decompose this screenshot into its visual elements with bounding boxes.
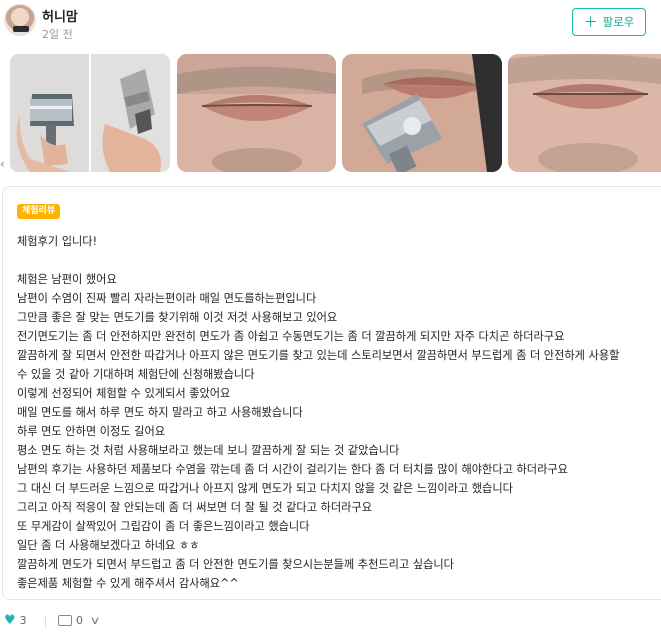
review-line: 남편의 후기는 사용하던 제품보다 수염을 깎는데 좀 더 시간이 걸리기는 한… (17, 463, 568, 476)
review-badge: 체험리뷰 (17, 204, 61, 219)
avatar[interactable] (4, 4, 36, 36)
follow-label: 팔로우 (602, 17, 635, 29)
review-line: 좋은제품 체험할 수 있게 해주셔서 감사해요^^ (17, 577, 239, 590)
review-line: 그리고 아직 적응이 잘 안되는데 좀 더 써보면 더 잘 될 것 같다고 하더… (17, 501, 373, 514)
comment-icon (58, 615, 72, 626)
photo-strip[interactable]: ‹ (0, 54, 661, 172)
review-line: 하루 면도 안하면 이정도 길어요 (17, 425, 166, 438)
review-line: 그만큼 좋은 잘 맞는 면도기를 찾기위해 이것 저것 사용해보고 있어요 (17, 311, 338, 324)
like-count: 3 (19, 614, 27, 627)
follow-button[interactable]: ＋ 팔로우 (572, 8, 646, 36)
review-line: 평소 면도 하는 것 처럼 사용해보라고 했는데 보니 깔끔하게 잘 되는 것 … (17, 444, 400, 457)
shaving-photo[interactable] (342, 54, 502, 172)
lips-photo[interactable] (177, 54, 336, 172)
review-card: 체험리뷰 체험후기 입니다! 체험은 남편이 했어요남편이 수염이 진짜 빨리 자… (2, 186, 661, 600)
review-line: 깔끔하게 면도가 되면서 부드럽고 좀 더 안전한 면도기를 찾으시는분들께 추… (17, 558, 454, 571)
lips-closeup-photo[interactable] (508, 54, 661, 172)
review-line: 그 대신 더 부드러운 느낌으로 따갑거나 아프지 않게 면도가 되고 다치지 … (17, 482, 513, 495)
author-name[interactable]: 허니맘 (42, 6, 78, 25)
review-line: 이렇게 선정되어 체험할 수 있게되서 좋았어요 (17, 387, 231, 400)
chevron-down-icon: ∨ (89, 614, 101, 627)
plus-icon: ＋ (583, 14, 598, 30)
comment-button[interactable]: 0 ∨ (58, 614, 101, 627)
review-line: 전기면도기는 좀 더 안전하지만 완전히 면도가 좀 아쉽고 수동면도기는 좀 … (17, 330, 565, 343)
comment-count: 0 (76, 614, 83, 627)
post-footer: ♥ 3 0 ∨ (0, 610, 661, 635)
heart-icon: ♥ (4, 613, 16, 628)
like-button[interactable]: ♥ 3 (4, 614, 27, 627)
post-time: 2일 전 (42, 28, 73, 41)
review-line: 남편이 수염이 진짜 빨리 자라는편이라 매일 면도를하는편입니다 (17, 292, 317, 305)
review-line: 또 무게감이 살짝있어 그립감이 좀 더 좋은느낌이라고 했습니다 (17, 520, 310, 533)
razor-photo[interactable] (10, 54, 170, 172)
avatar-tag-icon (13, 26, 29, 32)
post-header: 허니맘 2일 전 ＋ 팔로우 (0, 0, 661, 48)
review-line: 체험은 남편이 했어요 (17, 273, 117, 286)
review-line: 수 있을 것 같아 기대하며 체험단에 신청해봤습니다 (17, 368, 255, 381)
review-line (17, 251, 657, 270)
review-line: 체험후기 입니다! (17, 235, 98, 248)
review-line: 깔끔하게 잘 되면서 안전한 따갑거나 아프지 않은 면도기를 찾고 있는데 스… (17, 349, 620, 362)
review-body: 체험후기 입니다! 체험은 남편이 했어요남편이 수염이 진짜 빨리 자라는편이라… (17, 232, 657, 593)
divider (45, 616, 46, 628)
review-line: 매일 면도를 해서 하루 면도 하지 말라고 하고 사용해봤습니다 (17, 406, 303, 419)
chevron-left-icon[interactable]: ‹ (0, 157, 6, 175)
review-line: 일단 좀 더 사용해보겠다고 하네요 ㅎㅎ (17, 539, 200, 552)
